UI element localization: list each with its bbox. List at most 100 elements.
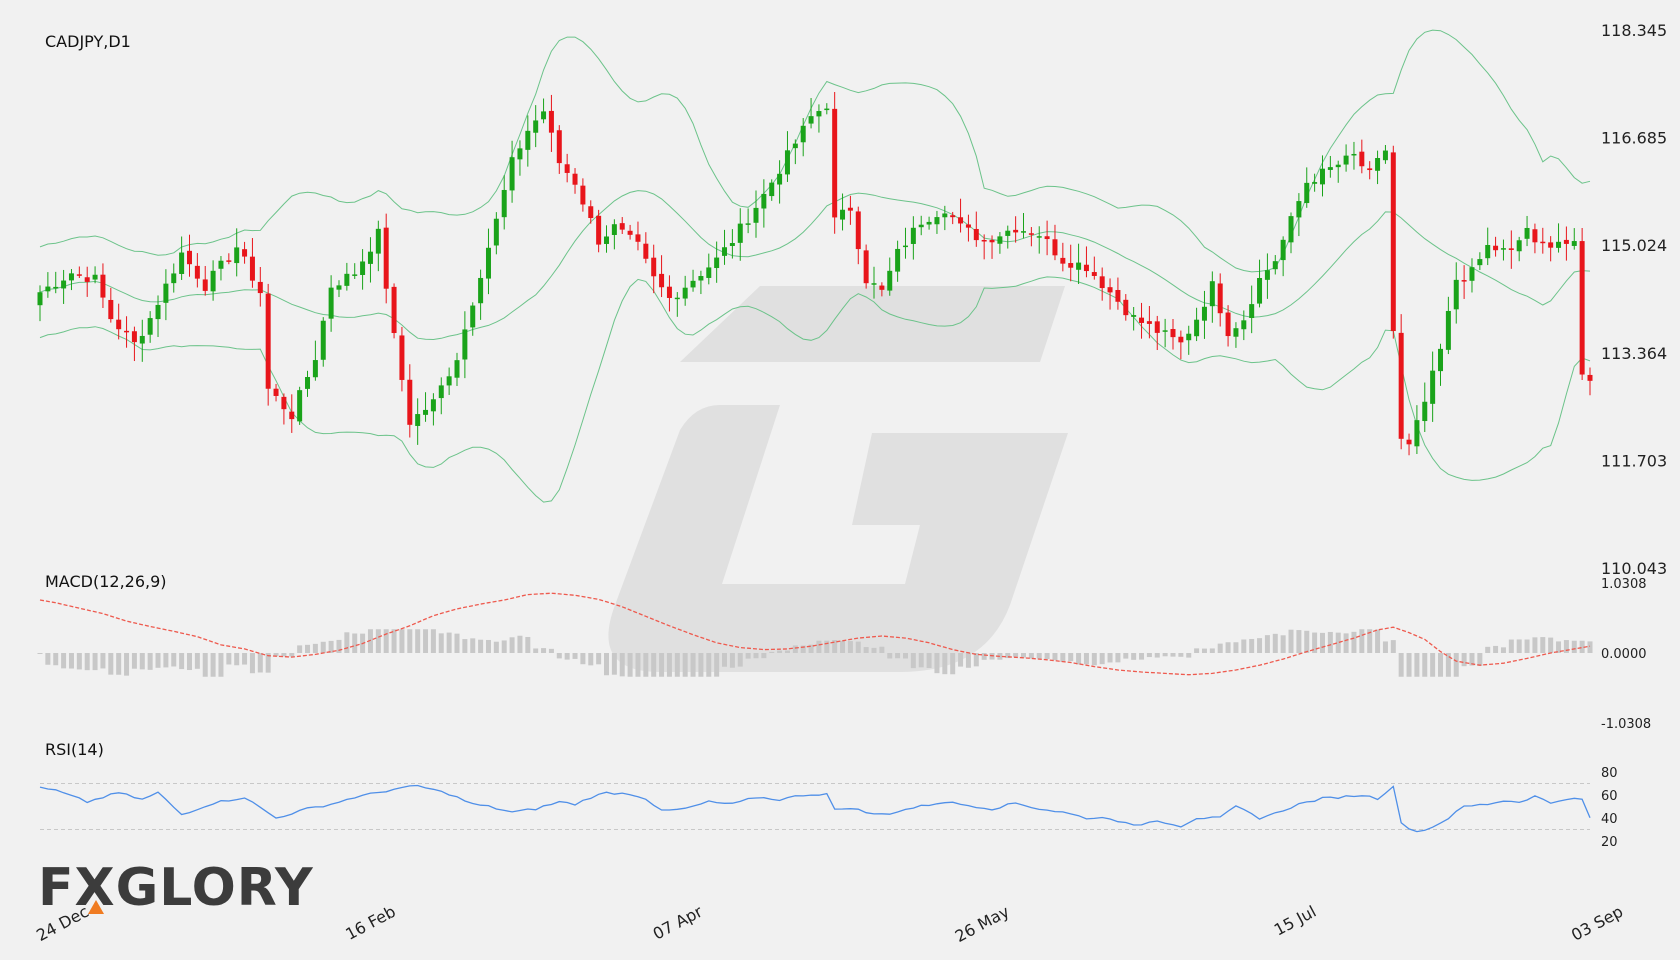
macd-histogram-bar: [1154, 653, 1160, 658]
candle-body: [1249, 304, 1255, 319]
candle-body: [375, 228, 381, 254]
candle-125: [1021, 213, 1027, 239]
macd-histogram-bar: [407, 629, 413, 653]
candle-4: [68, 269, 74, 291]
candle-body: [706, 267, 712, 278]
rsi-panel: [39, 783, 1591, 833]
candle-32: [289, 394, 295, 433]
candle-body: [454, 360, 460, 378]
candle-body: [525, 130, 531, 150]
watermark-logo: [608, 286, 1068, 672]
candle-body: [84, 277, 90, 282]
candle-186: [1500, 239, 1506, 261]
cadjpy-d1-chart: 118.345 116.685 115.024 113.364 111.703 110.0…: [33, 21, 1667, 946]
candle-body: [855, 211, 861, 250]
candle-89: [737, 208, 743, 261]
candle-body: [139, 335, 145, 344]
candle-body: [1099, 276, 1105, 289]
candle-150: [1217, 273, 1223, 327]
candle-body: [210, 270, 216, 292]
macd-histogram-bar: [234, 653, 240, 666]
candle-body: [1461, 280, 1467, 282]
rsi-tick-label: 60: [1601, 789, 1618, 804]
price-tick-label: 118.345: [1601, 21, 1667, 40]
candle-body: [1162, 330, 1168, 332]
candle-body: [832, 108, 838, 218]
candle-body: [257, 281, 263, 294]
macd-histogram-bar: [769, 651, 775, 653]
macd-histogram-bar: [1414, 653, 1420, 677]
candle-body: [784, 150, 790, 175]
candle-23: [218, 256, 224, 281]
macd-histogram-bar: [580, 653, 586, 665]
candle-body: [470, 305, 476, 328]
macd-histogram-bar: [926, 653, 932, 668]
macd-histogram-bar: [446, 632, 452, 653]
macd-histogram-bar: [1351, 631, 1357, 653]
macd-histogram-bar: [887, 653, 893, 659]
candle-127: [1036, 226, 1042, 254]
candle-body: [981, 239, 987, 242]
candle-body: [163, 283, 169, 303]
candle-body: [1021, 231, 1027, 233]
candle-body: [1485, 244, 1491, 259]
candle-184: [1485, 227, 1491, 266]
candle-22: [210, 260, 216, 301]
candle-143: [1162, 318, 1168, 348]
candle-body: [682, 287, 688, 299]
candle-body: [1335, 164, 1341, 168]
macd-histogram-bar: [478, 639, 484, 653]
macd-histogram-bar: [1398, 653, 1404, 677]
candle-body: [430, 399, 436, 412]
candle-52: [446, 367, 452, 395]
candle-18: [179, 236, 185, 280]
macd-histogram-bar: [643, 653, 649, 677]
macd-histogram-bar: [965, 653, 971, 668]
candle-body: [690, 280, 696, 288]
macd-histogram-bar: [1068, 653, 1074, 662]
candle-103: [847, 195, 853, 225]
candle-44: [383, 213, 389, 304]
candle-30: [273, 383, 279, 402]
macd-histogram-bar: [682, 653, 688, 677]
candle-21: [202, 265, 208, 296]
x-tick-label: 03 Sep: [1568, 902, 1626, 945]
candle-body: [61, 280, 67, 289]
candle-body: [871, 283, 877, 285]
candle-175: [1414, 405, 1420, 454]
candle-96: [792, 139, 798, 165]
macd-histogram-bar: [1060, 653, 1066, 662]
macd-histogram-bar: [1477, 653, 1483, 666]
macd-histogram-bar: [155, 653, 161, 668]
candle-body: [910, 227, 916, 244]
candle-body: [1587, 374, 1593, 381]
candle-body: [1359, 151, 1365, 167]
candle-42: [367, 237, 373, 283]
macd-histogram-bar: [603, 653, 609, 676]
candle-body: [273, 388, 279, 396]
candle-41: [360, 249, 366, 290]
rsi-tick-label: 40: [1601, 812, 1618, 827]
candle-37: [328, 275, 334, 332]
candle-20: [194, 253, 200, 288]
macd-histogram-bar: [391, 629, 397, 653]
macd-histogram-bar: [722, 653, 728, 667]
candle-195: [1571, 228, 1577, 250]
candle-34: [305, 370, 311, 397]
macd-histogram-bar: [297, 645, 303, 653]
candle-134: [1091, 256, 1097, 280]
candle-142: [1154, 315, 1160, 351]
candle-90: [745, 208, 751, 234]
candle-body: [1375, 158, 1381, 171]
candle-197: [1587, 367, 1593, 396]
candle-body: [1406, 439, 1412, 445]
candle-body: [1028, 233, 1034, 235]
macd-histogram-bar: [210, 653, 216, 677]
candle-31: [281, 393, 287, 425]
candle-body: [627, 230, 633, 235]
candle-body: [76, 274, 82, 276]
candle-body: [722, 247, 728, 256]
macd-histogram-bar: [1186, 653, 1192, 658]
candle-body: [1194, 319, 1200, 337]
candle-160: [1296, 193, 1302, 237]
